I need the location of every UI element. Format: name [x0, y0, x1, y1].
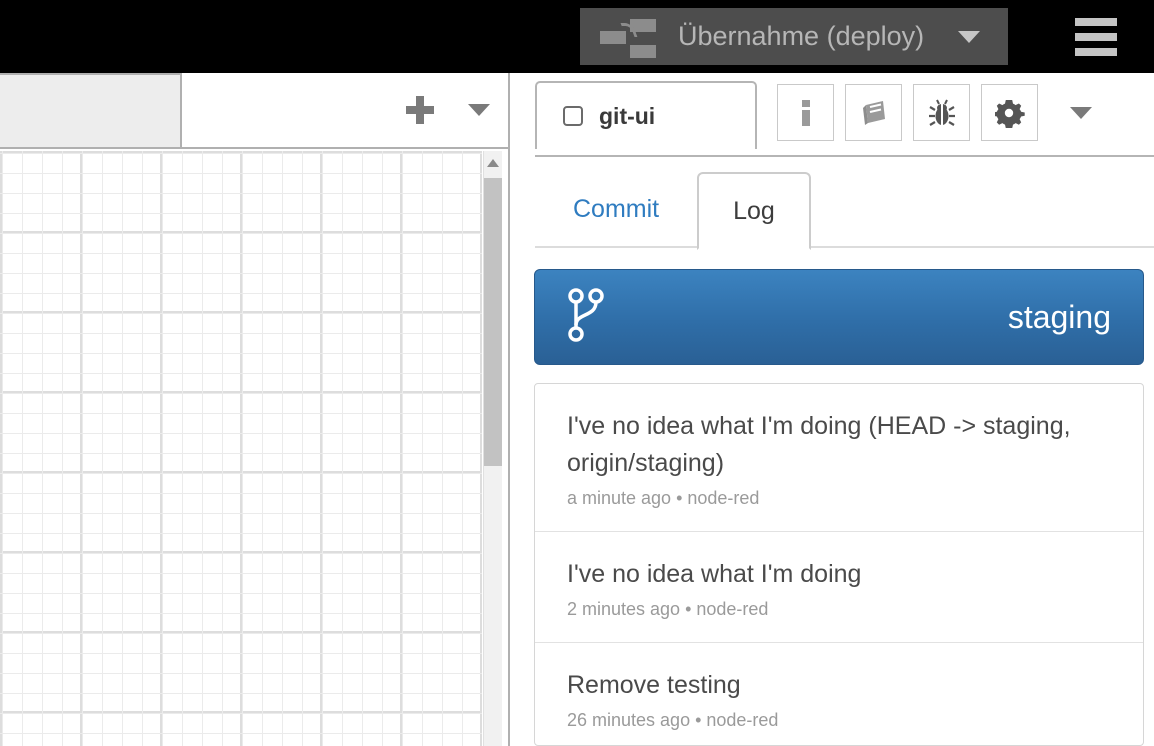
commit-list-item[interactable]: Remove testing 26 minutes ago • node-red [535, 643, 1143, 745]
deploy-button[interactable]: Übernahme (deploy) [580, 8, 1008, 65]
commit-subject: I've no idea what I'm doing (HEAD -> sta… [567, 412, 1071, 477]
branch-banner[interactable]: staging [534, 269, 1144, 365]
sidebar-header: git-ui [525, 81, 1154, 157]
commit-meta: 26 minutes ago • node-red [567, 710, 779, 730]
tab-bar-spacer [182, 73, 392, 147]
flow-tab[interactable] [0, 73, 182, 147]
tab-commit[interactable]: Commit [535, 170, 697, 248]
add-flow-button[interactable] [392, 73, 448, 147]
tab-log-label: Log [733, 196, 775, 225]
gear-icon[interactable] [981, 84, 1038, 141]
checkbox-unchecked-icon[interactable] [563, 106, 583, 126]
commit-list-item[interactable]: I've no idea what I'm doing (HEAD -> sta… [535, 384, 1143, 532]
editor-divider [508, 73, 510, 746]
chevron-down-icon[interactable] [958, 30, 980, 43]
caret-up-icon[interactable] [487, 159, 499, 167]
commit-subject: Remove testing [567, 671, 741, 699]
sidebar-inner-tabs: Commit Log [535, 166, 1154, 250]
flow-editor [0, 73, 510, 746]
branch-name: staging [1007, 298, 1111, 335]
flow-canvas[interactable] [0, 151, 482, 746]
hamburger-menu-icon[interactable] [1075, 18, 1117, 56]
chevron-down-icon [1070, 106, 1092, 119]
commit-subject: I've no idea what I'm doing [567, 560, 862, 588]
bug-icon[interactable] [913, 84, 970, 141]
tab-log[interactable]: Log [697, 172, 811, 250]
commit-list-item[interactable]: I've no idea what I'm doing 2 minutes ag… [535, 532, 1143, 643]
sidebar-header-divider [535, 155, 1154, 157]
sidebar-more-menu-button[interactable] [1061, 84, 1101, 141]
commit-list: I've no idea what I'm doing (HEAD -> sta… [534, 383, 1144, 746]
sidebar-tab-label: git-ui [599, 102, 656, 129]
app-header: Übernahme (deploy) [0, 0, 1154, 73]
sidebar-tab-git-ui[interactable]: git-ui [535, 81, 757, 149]
git-sidebar: git-ui Commit Log staging I've no idea w… [525, 73, 1154, 746]
info-icon[interactable] [777, 84, 834, 141]
deploy-button-label: Übernahme (deploy) [678, 21, 925, 51]
scrollbar-thumb[interactable] [484, 178, 502, 466]
flow-tab-menu-button[interactable] [448, 73, 510, 147]
flow-tab-bar [0, 73, 510, 149]
commit-meta: a minute ago • node-red [567, 488, 760, 508]
book-icon[interactable] [845, 84, 902, 141]
sidebar-icon-buttons [777, 81, 1101, 141]
canvas-vertical-scrollbar[interactable] [483, 151, 502, 746]
commit-meta: 2 minutes ago • node-red [567, 599, 769, 619]
tab-commit-label: Commit [573, 194, 660, 223]
git-branch-icon [566, 287, 606, 348]
chevron-down-icon [468, 104, 490, 116]
plus-icon [406, 96, 434, 124]
node-flow-icon [600, 17, 656, 58]
